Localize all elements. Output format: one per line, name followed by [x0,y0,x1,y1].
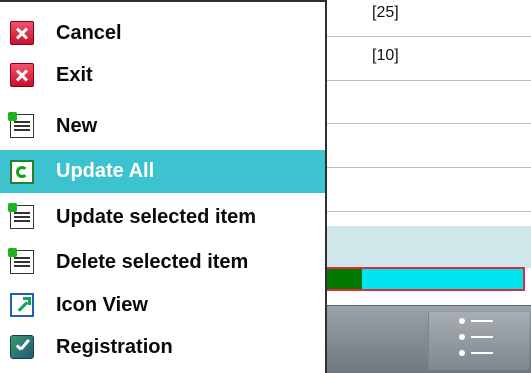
menu-item-label: Exit [56,63,93,86]
form-icon [8,112,34,138]
menu-item-delete-selected[interactable]: Delete selected item [0,243,325,281]
context-menu: Cancel Exit New Update All Update select… [0,0,327,373]
menu-item-update-all[interactable]: Update All [0,150,325,193]
list-view-button[interactable] [428,312,529,370]
menu-item-label: Update selected item [56,205,257,228]
progress-bar-fill [322,269,363,289]
list-item-value: [25] [372,4,399,21]
form-icon [8,248,34,274]
menu-item-label: Update All [56,160,155,182]
refresh-icon [10,159,34,184]
progress-bar [320,267,525,291]
menu-item-registration[interactable]: Registration [0,328,325,366]
menu-item-new[interactable]: New [0,107,325,145]
menu-item-icon-view[interactable]: Icon View [0,286,325,324]
close-icon [10,21,34,45]
menu-item-update-selected[interactable]: Update selected item [0,198,325,236]
icon-view-icon [10,293,34,317]
menu-item-label: New [56,114,98,137]
menu-item-exit[interactable]: Exit [0,56,325,94]
list-item-value: [10] [372,47,399,64]
registration-icon [10,335,34,359]
menu-item-cancel[interactable]: Cancel [0,14,325,52]
menu-item-label: Registration [56,335,173,358]
close-icon [10,63,34,87]
form-icon [8,203,34,229]
menu-item-label: Cancel [56,21,122,44]
menu-item-label: Delete selected item [56,250,249,273]
menu-item-label: Icon View [56,293,148,316]
